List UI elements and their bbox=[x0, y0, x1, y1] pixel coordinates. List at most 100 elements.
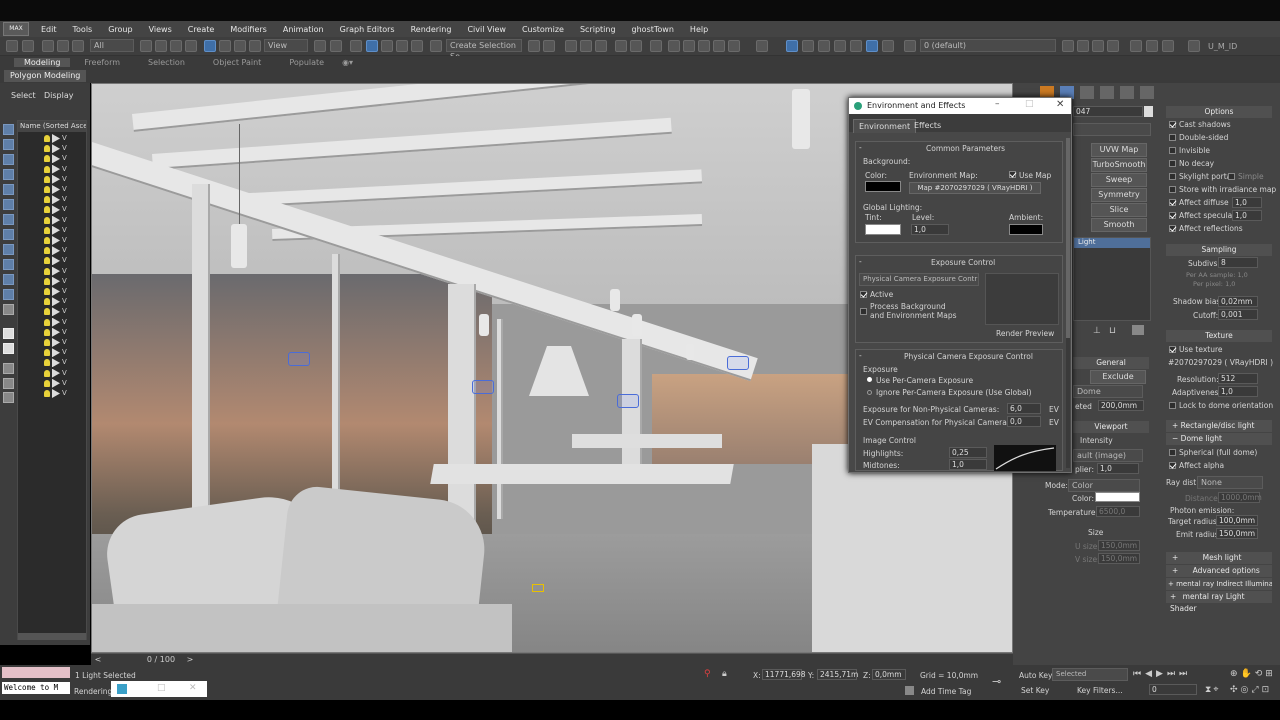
scene-list-item[interactable]: V bbox=[44, 215, 84, 226]
light-color-swatch[interactable] bbox=[1095, 492, 1140, 502]
keyboard-shortcut-icon[interactable] bbox=[350, 40, 362, 52]
rollout-minus-icon[interactable]: - bbox=[859, 257, 862, 266]
select-rotate-icon[interactable] bbox=[219, 40, 231, 52]
scene-list-item[interactable]: V bbox=[44, 195, 84, 205]
menu-group[interactable]: Group bbox=[100, 25, 140, 34]
maximize-icon[interactable]: □ bbox=[157, 683, 166, 693]
menu-modifiers[interactable]: Modifiers bbox=[222, 25, 275, 34]
filter-shapes-icon[interactable] bbox=[3, 139, 14, 150]
window-crossing-icon[interactable] bbox=[185, 40, 197, 52]
filter-funnel-icon[interactable] bbox=[3, 363, 14, 374]
use-per-camera-radio[interactable] bbox=[867, 377, 872, 382]
edit-named-selection-icon[interactable] bbox=[430, 40, 442, 52]
ribbon-tab-modeling[interactable]: Modeling bbox=[14, 58, 71, 67]
lock-dome-checkbox[interactable] bbox=[1169, 402, 1176, 409]
emit-radius-spinner[interactable]: 150,0mm bbox=[1216, 528, 1258, 539]
light-type-select[interactable]: Dome bbox=[1073, 385, 1143, 398]
common-parameters-title[interactable]: Common Parameters bbox=[926, 144, 1005, 153]
light-bulb-icon[interactable] bbox=[44, 175, 50, 183]
scene-list-item[interactable]: V bbox=[44, 225, 84, 236]
light-bulb-icon[interactable] bbox=[44, 267, 50, 275]
cutoff-spinner[interactable]: 0,001 bbox=[1218, 309, 1258, 320]
exposure-type-select[interactable]: Physical Camera Exposure Contr bbox=[859, 273, 979, 286]
unlink-icon[interactable] bbox=[57, 40, 69, 52]
layer-new-icon[interactable] bbox=[802, 40, 814, 52]
scene-list-item[interactable]: V bbox=[44, 236, 84, 246]
light-bulb-icon[interactable] bbox=[44, 145, 50, 153]
exclude-button[interactable]: Exclude bbox=[1090, 370, 1146, 384]
reference-coordinate-select[interactable]: View bbox=[264, 39, 308, 52]
create-layer-icon[interactable] bbox=[1062, 40, 1074, 52]
menu-views[interactable]: Views bbox=[141, 25, 180, 34]
layer-freeze-icon[interactable] bbox=[882, 40, 894, 52]
light-bulb-icon[interactable] bbox=[44, 298, 50, 306]
time-slider[interactable]: < 0 / 100 > bbox=[91, 653, 1013, 665]
warning-icon[interactable] bbox=[1130, 40, 1142, 52]
show-end-result-icon[interactable]: ⊔ bbox=[1109, 326, 1116, 336]
affect-diffuse-checkbox[interactable] bbox=[1169, 199, 1176, 206]
scene-list-item[interactable]: V bbox=[44, 317, 84, 328]
render-activeshade-icon[interactable] bbox=[728, 40, 740, 52]
filter-containers-icon[interactable] bbox=[3, 259, 14, 270]
filter-groups-icon[interactable] bbox=[3, 214, 14, 225]
render-production-icon[interactable] bbox=[698, 40, 710, 52]
auto-key-button[interactable]: Auto Key bbox=[1019, 671, 1052, 680]
select-in-layer-icon[interactable] bbox=[1092, 40, 1104, 52]
filter-helpers-icon[interactable] bbox=[3, 184, 14, 195]
subdivs-spinner[interactable]: 8 bbox=[1218, 257, 1258, 268]
spherical-checkbox[interactable] bbox=[1169, 449, 1176, 456]
process-bg-checkbox[interactable] bbox=[860, 308, 867, 315]
ribbon-tab-selection[interactable]: Selection bbox=[134, 58, 199, 67]
select-object-icon[interactable] bbox=[140, 40, 152, 52]
light-bulb-icon[interactable] bbox=[44, 196, 50, 204]
menu-customize[interactable]: Customize bbox=[514, 25, 572, 34]
resolution-spinner[interactable]: 512 bbox=[1218, 373, 1258, 384]
menu-ghosttown[interactable]: ghostTown bbox=[624, 25, 682, 34]
set-current-layer-icon[interactable] bbox=[1107, 40, 1119, 52]
scene-list-item[interactable]: V bbox=[44, 154, 84, 164]
toggle-scene-explorer-icon[interactable] bbox=[565, 40, 577, 52]
stack-item-light[interactable]: Light bbox=[1074, 238, 1150, 248]
filter-cameras-icon[interactable] bbox=[3, 169, 14, 180]
texture-map-button[interactable]: #2070297029 ( VRayHDRI ) bbox=[1168, 358, 1273, 367]
navigation-icons-2[interactable]: ✣◎⤢⊡ bbox=[1230, 685, 1272, 695]
select-none-icon[interactable] bbox=[3, 343, 14, 354]
pivot-center-icon[interactable] bbox=[314, 40, 326, 52]
object-color-swatch[interactable] bbox=[1144, 106, 1153, 117]
minimize-icon[interactable]: – bbox=[995, 99, 1000, 109]
turbosmooth-button[interactable]: TurboSmooth bbox=[1091, 158, 1147, 172]
tint-color-swatch[interactable] bbox=[865, 224, 901, 235]
affect-reflections-checkbox[interactable] bbox=[1169, 225, 1176, 232]
scene-explorer-tree[interactable]: Name (Sorted Ascen VVVVVVVVVVVVVVVVVVVVV… bbox=[17, 120, 87, 640]
double-sided-checkbox[interactable] bbox=[1169, 134, 1176, 141]
filter-lights-icon[interactable] bbox=[3, 154, 14, 165]
menu-create[interactable]: Create bbox=[180, 25, 223, 34]
motion-tab-icon[interactable] bbox=[1100, 86, 1114, 99]
scene-list-item[interactable]: V bbox=[44, 307, 84, 317]
modifier-stack[interactable]: Light bbox=[1073, 237, 1151, 321]
mr-light-shader-rollout[interactable]: + mental ray Light Shader bbox=[1166, 591, 1272, 613]
highlights-spinner[interactable]: 0,25 bbox=[949, 447, 987, 458]
scene-list-item[interactable]: V bbox=[44, 389, 84, 399]
menu-graph-editors[interactable]: Graph Editors bbox=[332, 25, 403, 34]
light-bulb-icon[interactable] bbox=[44, 390, 50, 397]
select-all-icon[interactable] bbox=[3, 328, 14, 339]
affect-diffuse-spinner[interactable]: 1,0 bbox=[1232, 197, 1262, 208]
scene-explorer-select-tab[interactable]: Select bbox=[11, 91, 36, 100]
filter-hidden-icon[interactable] bbox=[3, 289, 14, 300]
redo-icon[interactable] bbox=[22, 40, 34, 52]
workspace-icon[interactable] bbox=[1188, 40, 1200, 52]
tab-environment[interactable]: Environment bbox=[853, 119, 917, 133]
time-tag-icon[interactable] bbox=[905, 686, 914, 695]
light-bulb-icon[interactable] bbox=[44, 247, 50, 255]
rollout-minus-icon[interactable]: - bbox=[859, 351, 862, 360]
percent-snap-icon[interactable] bbox=[396, 40, 408, 52]
scene-list-item[interactable]: V bbox=[44, 164, 84, 175]
scene-list-item[interactable]: V bbox=[44, 266, 84, 277]
mr-indirect-rollout[interactable]: + mental ray Indirect Illumination bbox=[1166, 578, 1272, 590]
ambient-color-swatch[interactable] bbox=[1009, 224, 1043, 235]
filter-frozen-icon[interactable] bbox=[3, 274, 14, 285]
light-bulb-icon[interactable] bbox=[44, 318, 50, 326]
mode-select[interactable]: Color bbox=[1068, 479, 1140, 492]
sweep-button[interactable]: Sweep bbox=[1091, 173, 1147, 187]
